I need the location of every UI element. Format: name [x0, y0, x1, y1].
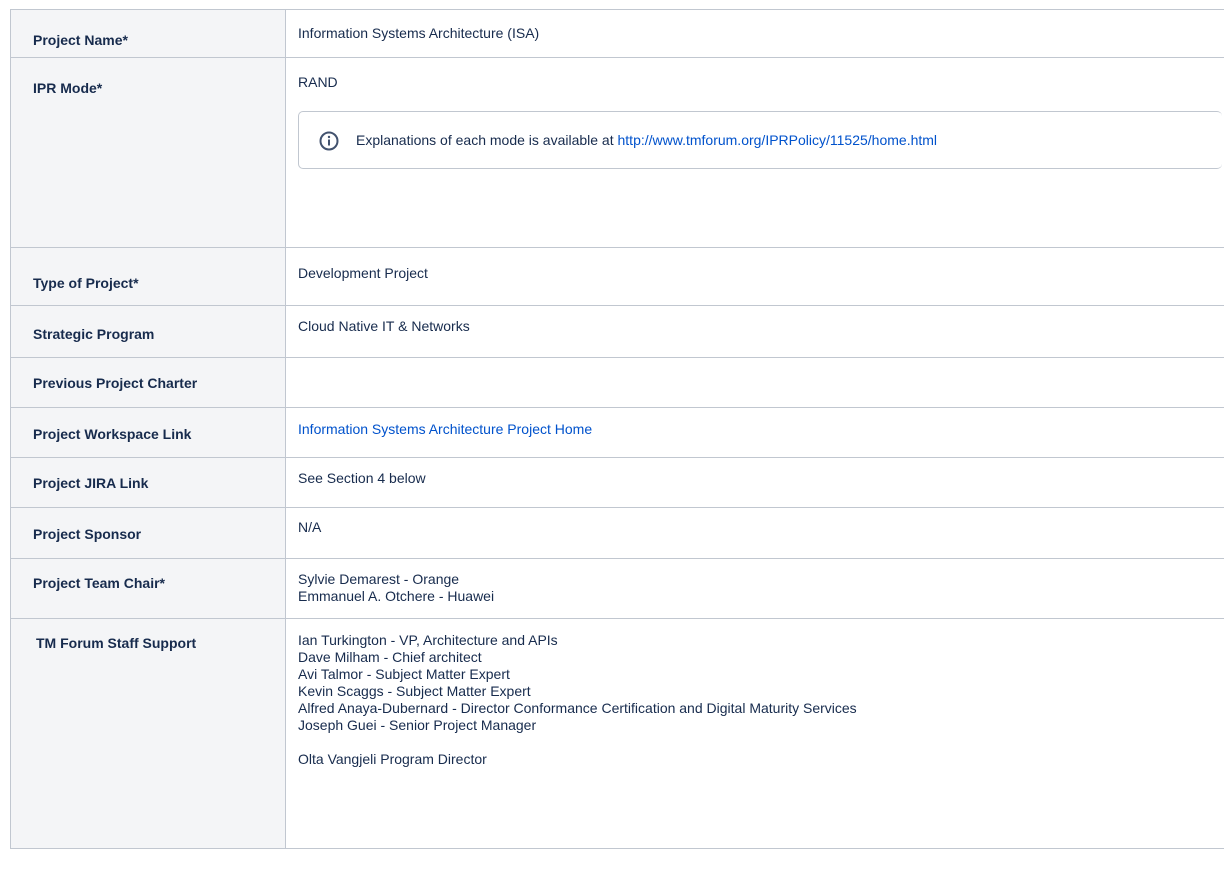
row-value: Ian Turkington - VP, Architecture and AP… — [285, 618, 1224, 849]
staff-member: Dave Milham - Chief architect — [298, 649, 482, 665]
team-chair-item: Emmanuel A. Otchere - Huawei — [298, 588, 495, 604]
table-row: Project Sponsor N/A — [10, 507, 1224, 559]
row-value: N/A — [285, 507, 1224, 559]
project-name-value: Information Systems Architecture (ISA) — [298, 25, 540, 41]
row-key: TM Forum Staff Support — [10, 618, 286, 849]
table-row: IPR Mode* RAND Explanations of each mode… — [10, 57, 1224, 248]
staff-member: Ian Turkington - VP, Architecture and AP… — [298, 632, 558, 648]
team-chair-item: Sylvie Demarest - Orange — [298, 571, 460, 587]
ipr-policy-link[interactable]: http://www.tmforum.org/IPRPolicy/11525/h… — [618, 132, 938, 148]
row-key: Project Sponsor — [10, 507, 286, 559]
row-key: Previous Project Charter — [10, 357, 286, 408]
row-key: Project Name* — [10, 9, 286, 58]
row-value: See Section 4 below — [285, 457, 1224, 508]
row-key: Project Workspace Link — [10, 407, 286, 458]
project-charter-table: Project Name* Information Systems Archit… — [10, 9, 1224, 849]
staff-member: Avi Talmor - Subject Matter Expert — [298, 666, 510, 682]
row-value — [285, 357, 1224, 408]
row-key: Strategic Program — [10, 305, 286, 358]
row-key-label: Project Workspace Link — [33, 426, 192, 442]
row-value: Sylvie Demarest - Orange Emmanuel A. Otc… — [285, 558, 1224, 619]
row-key-label: Project Sponsor — [33, 526, 142, 542]
project-type-value: Development Project — [298, 265, 428, 281]
previous-charter-value — [298, 358, 1224, 370]
info-panel: Explanations of each mode is available a… — [298, 111, 1222, 169]
sponsor-value: N/A — [298, 519, 322, 535]
charter-table-container: Project Name* Information Systems Archit… — [10, 9, 1224, 849]
info-icon — [319, 131, 339, 151]
info-panel-text: Explanations of each mode is available a… — [356, 132, 937, 149]
table-row: Project Workspace Link Information Syste… — [10, 407, 1224, 458]
row-value: Cloud Native IT & Networks — [285, 305, 1224, 358]
row-value: RAND Explanations of each mode is availa… — [285, 57, 1224, 248]
table-row: Type of Project* Development Project — [10, 247, 1224, 306]
ipr-mode-value: RAND — [298, 74, 338, 90]
row-key-label: Project Name* — [33, 32, 128, 48]
row-value: Information Systems Architecture Project… — [285, 407, 1224, 458]
staff-member: Kevin Scaggs - Subject Matter Expert — [298, 683, 531, 699]
row-key-label: IPR Mode* — [33, 80, 103, 96]
staff-member: Joseph Guei - Senior Project Manager — [298, 717, 537, 733]
row-key-label: Type of Project* — [33, 275, 139, 291]
table-row: Project Team Chair* Sylvie Demarest - Or… — [10, 558, 1224, 619]
row-key-label: Strategic Program — [33, 326, 155, 342]
row-key: Type of Project* — [10, 247, 286, 306]
table-row: TM Forum Staff Support Ian Turkington - … — [10, 618, 1224, 849]
jira-link-value: See Section 4 below — [298, 470, 426, 486]
table-row: Project JIRA Link See Section 4 below — [10, 457, 1224, 508]
table-row: Strategic Program Cloud Native IT & Netw… — [10, 305, 1224, 358]
row-key: IPR Mode* — [10, 57, 286, 248]
info-panel-message: Explanations of each mode is available a… — [356, 132, 618, 148]
row-key: Project Team Chair* — [10, 558, 286, 619]
row-value: Development Project — [285, 247, 1224, 306]
row-key-label: Project Team Chair* — [33, 575, 166, 591]
row-value: Information Systems Architecture (ISA) — [285, 9, 1224, 58]
strategic-program-value: Cloud Native IT & Networks — [298, 318, 470, 334]
staff-member: Alfred Anaya-Dubernard - Director Confor… — [298, 700, 857, 716]
table-row: Project Name* Information Systems Archit… — [10, 9, 1224, 58]
row-key-label: Project JIRA Link — [33, 475, 149, 491]
row-key: Project JIRA Link — [10, 457, 286, 508]
table-row: Previous Project Charter — [10, 357, 1224, 408]
row-key-label: TM Forum Staff Support — [36, 635, 197, 651]
row-key-label: Previous Project Charter — [33, 375, 198, 391]
workspace-link[interactable]: Information Systems Architecture Project… — [298, 421, 592, 437]
staff-member: Olta Vangjeli Program Director — [298, 751, 487, 767]
